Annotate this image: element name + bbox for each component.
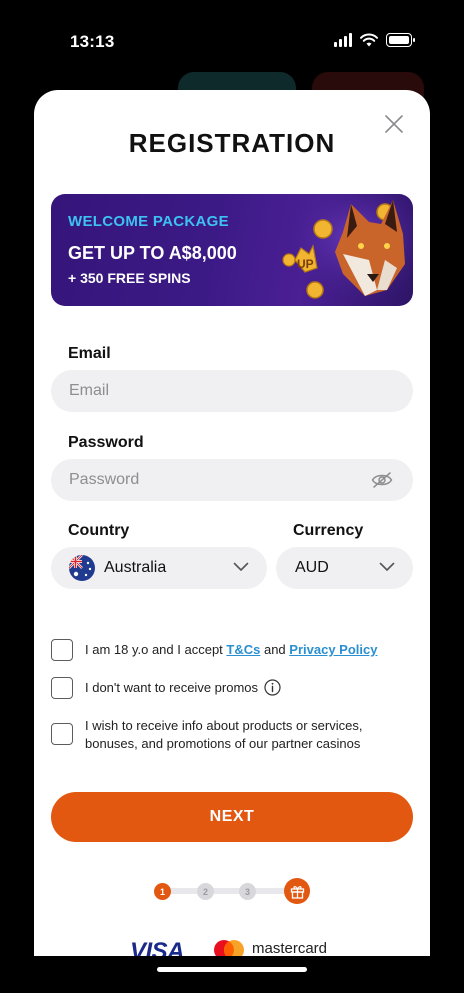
- promos-consent-text: I don't want to receive promos: [85, 679, 281, 697]
- promos-consent-row: I don't want to receive promos: [51, 677, 281, 699]
- stepper-track: [164, 888, 294, 894]
- email-field[interactable]: [69, 382, 395, 400]
- promos-consent-label: I don't want to receive promos: [85, 680, 259, 695]
- chevron-down-icon: [233, 562, 249, 571]
- payment-logos: VISA mastercard: [34, 935, 430, 956]
- tcs-link[interactable]: T&Cs: [226, 642, 260, 657]
- visa-logo: VISA: [130, 938, 185, 956]
- banner-eyebrow: WELCOME PACKAGE: [68, 213, 229, 230]
- chevron-down-icon: [379, 562, 395, 571]
- promos-opt-out-checkbox[interactable]: [51, 677, 73, 699]
- svg-text:UP: UP: [297, 257, 314, 271]
- partners-consent-text: I wish to receive info about products or…: [85, 718, 363, 751]
- partners-consent-row: I wish to receive info about products or…: [51, 718, 397, 753]
- currency-value: AUD: [295, 559, 329, 576]
- next-button[interactable]: NEXT: [51, 792, 413, 842]
- step-1: 1: [154, 883, 171, 900]
- password-field-wrapper: [51, 459, 413, 501]
- age-consent-and: and: [260, 642, 290, 657]
- signal-icon: [334, 33, 352, 47]
- country-label: Country: [68, 522, 130, 539]
- gift-icon: [284, 878, 310, 904]
- currency-select[interactable]: AUD: [276, 547, 413, 589]
- registration-stepper: 1 2 3: [154, 878, 310, 904]
- currency-label: Currency: [293, 522, 364, 539]
- country-value: Australia: [104, 559, 167, 576]
- partners-consent-checkbox[interactable]: [51, 723, 73, 745]
- wolf-coins-illustration: UP: [273, 194, 413, 306]
- info-icon[interactable]: [264, 679, 281, 696]
- status-time: 13:13: [70, 32, 115, 51]
- password-label: Password: [68, 434, 144, 451]
- password-field[interactable]: [69, 471, 395, 489]
- mastercard-text: mastercard: [252, 940, 328, 956]
- age-consent-text: I am 18 y.o and I accept T&Cs and Privac…: [85, 641, 377, 659]
- age-consent-row: I am 18 y.o and I accept T&Cs and Privac…: [51, 639, 377, 661]
- wifi-icon: [360, 33, 378, 47]
- registration-modal: REGISTRATION UP WELCOME PACKAGE GET UP T…: [34, 90, 430, 956]
- age-consent-checkbox[interactable]: [51, 639, 73, 661]
- country-select[interactable]: Australia: [51, 547, 267, 589]
- age-consent-prefix: I am 18 y.o and I accept: [85, 642, 227, 657]
- banner-headline: GET UP TO A$8,000: [68, 243, 237, 263]
- modal-title: REGISTRATION: [128, 128, 336, 158]
- status-bar: 13:13: [0, 0, 464, 80]
- privacy-policy-link[interactable]: Privacy Policy: [289, 642, 377, 657]
- battery-icon: [386, 33, 415, 47]
- eye-off-icon[interactable]: [371, 471, 393, 489]
- email-label: Email: [68, 345, 111, 362]
- welcome-banner[interactable]: UP WELCOME PACKAGE GET UP TO A$8,000 + 3…: [51, 194, 413, 306]
- email-field-wrapper: [51, 370, 413, 412]
- mastercard-logo: [214, 940, 244, 956]
- banner-subheadline: + 350 FREE SPINS: [68, 270, 191, 286]
- close-icon[interactable]: [382, 112, 406, 136]
- home-indicator[interactable]: [157, 967, 307, 972]
- status-icons: [334, 33, 415, 47]
- australia-flag-icon: [69, 555, 95, 581]
- step-2: 2: [197, 883, 214, 900]
- step-3: 3: [239, 883, 256, 900]
